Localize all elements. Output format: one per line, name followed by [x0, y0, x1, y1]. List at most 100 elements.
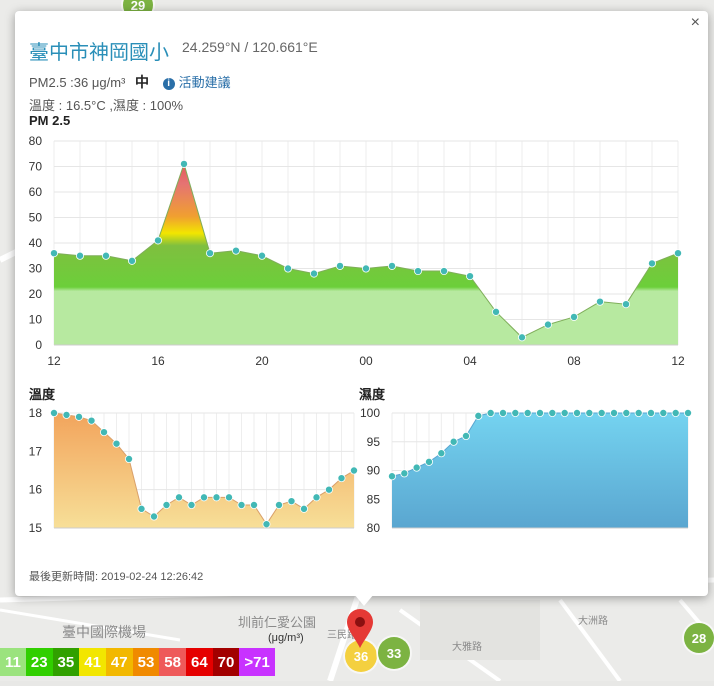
temperature-chart-title: 溫度	[29, 387, 56, 402]
station-marker[interactable]: 28	[684, 623, 714, 653]
y-tick-label: 0	[35, 338, 42, 352]
data-point	[283, 264, 292, 273]
activity-advice-label: 活動建議	[178, 75, 231, 90]
data-point	[262, 520, 271, 529]
data-point	[517, 333, 526, 342]
legend-cell: 35	[52, 648, 80, 676]
y-tick-label: 30	[29, 262, 43, 276]
y-tick-label: 40	[29, 236, 43, 250]
y-tick-label: 10	[29, 313, 43, 327]
data-point	[87, 416, 96, 425]
data-point	[548, 409, 557, 417]
activity-advice-link[interactable]: i 活動建議	[162, 75, 231, 90]
data-point	[299, 504, 308, 513]
x-tick-label: 20	[255, 354, 269, 368]
pm25-legend: 11 23 35 41 47 53 58 64 70 >71	[0, 648, 275, 676]
data-point	[361, 264, 370, 273]
data-point	[337, 474, 346, 483]
data-point	[187, 501, 196, 510]
data-point	[75, 412, 84, 421]
data-point	[199, 493, 208, 502]
data-point	[312, 493, 321, 502]
data-point	[544, 320, 553, 329]
data-point	[425, 457, 434, 466]
data-point	[523, 409, 532, 417]
y-tick-label: 100	[360, 406, 380, 420]
data-point	[570, 312, 579, 321]
data-point	[412, 463, 421, 472]
data-point	[231, 246, 240, 255]
y-tick-label: 80	[29, 134, 43, 148]
popup-tip	[354, 594, 374, 606]
data-point	[179, 159, 188, 168]
x-tick-label: 08	[567, 354, 581, 368]
data-point	[486, 409, 495, 417]
data-point	[439, 267, 448, 276]
data-point	[257, 251, 266, 260]
legend-cell: 58	[159, 648, 186, 676]
legend-cell: 23	[25, 648, 53, 676]
station-marker[interactable]: 33	[378, 637, 410, 669]
data-point	[465, 272, 474, 281]
data-point	[62, 410, 71, 419]
data-point	[100, 428, 109, 437]
x-tick-label: 00	[359, 354, 373, 368]
data-point	[491, 307, 500, 316]
data-point	[335, 261, 344, 270]
data-point	[224, 493, 233, 502]
temperature-chart: 15 16 17 18	[29, 406, 358, 535]
legend-cell: >71	[239, 648, 275, 676]
y-tick-label: 16	[29, 483, 43, 497]
y-tick-label: 90	[367, 464, 381, 478]
data-point	[462, 431, 471, 440]
data-point	[437, 449, 446, 458]
data-point	[683, 409, 692, 417]
data-point	[324, 485, 333, 494]
data-point	[162, 501, 171, 510]
y-tick-label: 15	[29, 521, 43, 535]
data-point	[76, 251, 85, 260]
pm25-chart: 0 10 20 30 40 50 60 70 80 12 16 20 00 04 08 12	[29, 134, 685, 368]
data-point	[174, 493, 183, 502]
location-pin-icon[interactable]	[345, 608, 375, 650]
pm-value-text: PM2.5 :36 μg/m³	[29, 75, 126, 90]
data-point	[112, 439, 121, 448]
pm-level: 中	[134, 74, 149, 90]
y-tick-label: 60	[29, 185, 43, 199]
legend-cell: 70	[212, 648, 240, 676]
pm-chart-title: PM 2.5	[29, 113, 71, 128]
y-tick-label: 85	[367, 492, 381, 506]
y-tick-label: 50	[29, 211, 43, 225]
station-marker-value: 28	[691, 630, 707, 646]
data-point	[671, 409, 680, 417]
humidity-chart: 80 85 90 95 100	[360, 406, 692, 535]
data-point	[413, 267, 422, 276]
data-point	[622, 300, 631, 309]
map-label-airport: 臺中國際機場	[62, 624, 146, 640]
data-point	[50, 249, 59, 258]
data-point	[125, 455, 134, 464]
last-updated: 最後更新時間: 2019-02-24 12:26:42	[29, 571, 204, 583]
map-label-park: 圳前仁愛公園	[238, 615, 317, 630]
x-tick-label: 04	[463, 354, 477, 368]
y-tick-label: 17	[29, 444, 43, 458]
data-point	[597, 409, 606, 417]
y-tick-label: 20	[29, 287, 43, 301]
data-point	[596, 297, 605, 306]
data-point	[560, 409, 569, 417]
data-point	[511, 409, 520, 417]
legend-cell: 47	[105, 648, 133, 676]
data-point	[498, 409, 507, 417]
station-title: 臺中市神岡國小	[29, 42, 169, 64]
legend-cell: 53	[132, 648, 160, 676]
data-point	[535, 409, 544, 417]
data-point	[388, 472, 397, 481]
y-tick-label: 70	[29, 160, 43, 174]
station-marker-value: 36	[353, 648, 369, 664]
data-point	[212, 493, 221, 502]
map-label-road-2: 大雅路	[452, 642, 482, 653]
close-icon[interactable]: ×	[691, 14, 700, 32]
legend-cell: 41	[79, 648, 106, 676]
data-point	[634, 409, 643, 417]
data-point	[249, 501, 258, 510]
